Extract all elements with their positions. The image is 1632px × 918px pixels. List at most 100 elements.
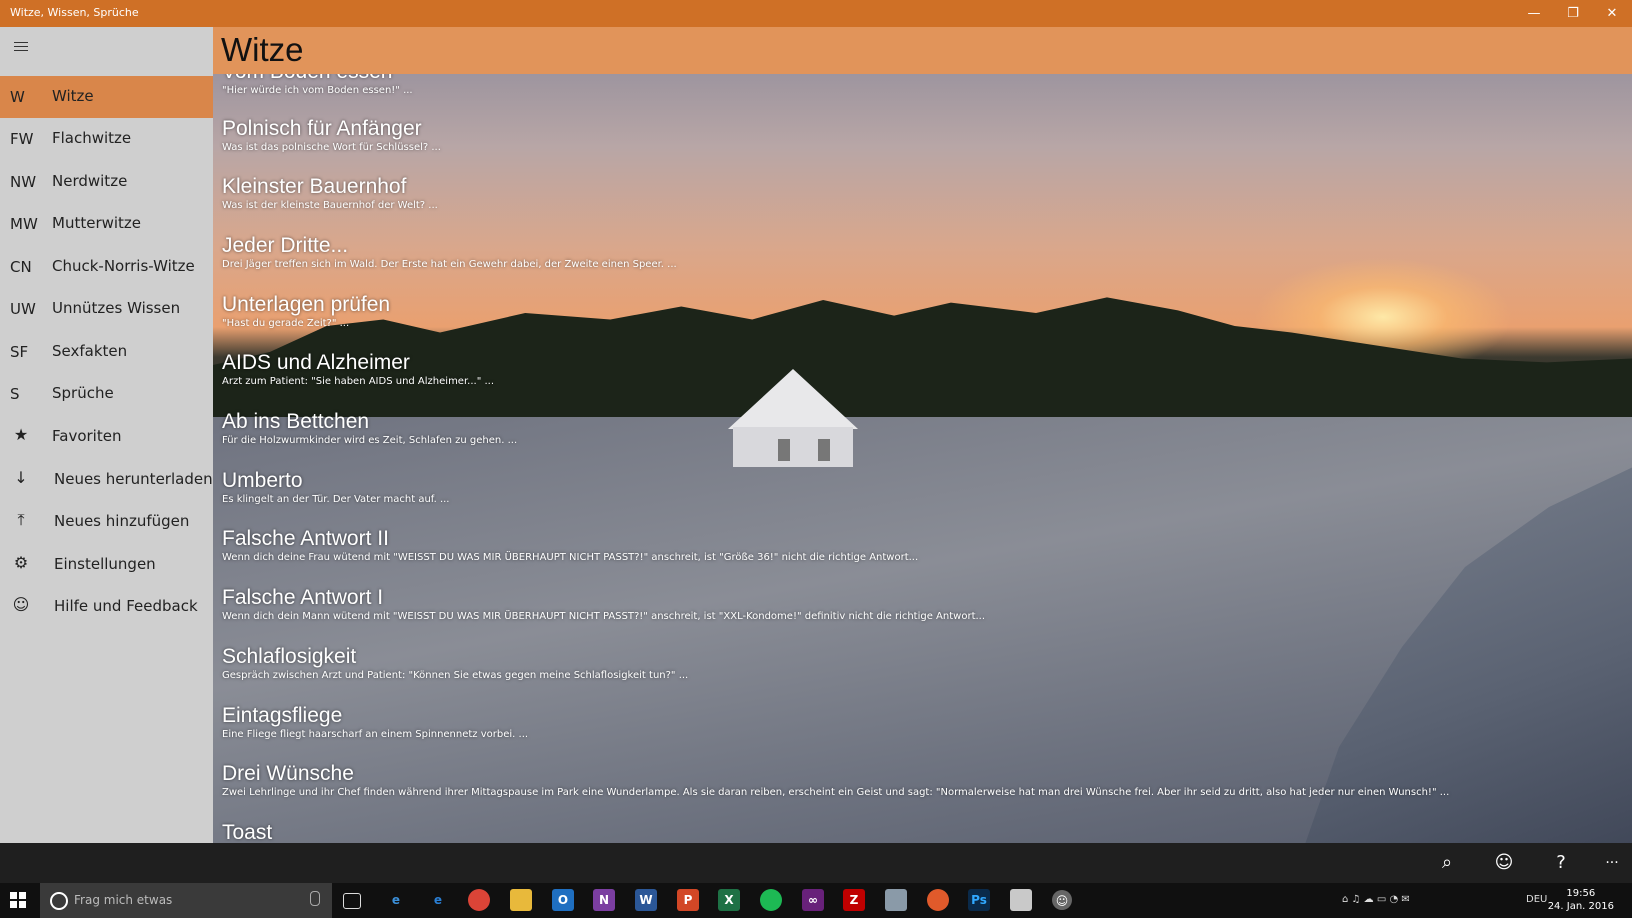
nav-label: Neues hinzufügen — [54, 512, 190, 530]
nav-abbr: FW — [10, 130, 34, 148]
list-item[interactable]: Umberto Es klingelt an der Tür. Der Vate… — [222, 469, 450, 505]
microphone-icon[interactable] — [310, 891, 320, 906]
cortana-search-box[interactable]: Frag mich etwas — [40, 883, 332, 918]
list-item[interactable]: Falsche Antwort II Wenn dich deine Frau … — [222, 527, 918, 563]
list-item[interactable]: Ab ins Bettchen Für die Holzwurmkinder w… — [222, 410, 517, 446]
list-item[interactable]: Jeder Dritte... Drei Jäger treffen sich … — [222, 234, 677, 270]
joke-title: Schlaflosigkeit — [222, 645, 357, 668]
sidebar-item-nerdwitze[interactable]: NW Nerdwitze — [0, 161, 213, 203]
joke-title: Ab ins Bettchen — [222, 410, 370, 433]
chrome-icon[interactable] — [468, 889, 490, 911]
nav-label: Witze — [52, 87, 94, 105]
list-item[interactable]: Schlaflosigkeit Gespräch zwischen Arzt u… — [222, 645, 688, 681]
photoshop-icon[interactable]: Ps — [968, 889, 990, 911]
list-item[interactable]: Eintagsfliege Eine Fliege fliegt haarsch… — [222, 704, 528, 740]
visual-studio-icon[interactable]: ∞ — [802, 889, 824, 911]
joke-title: Vom Boden essen — [222, 74, 413, 84]
joke-title: Drei Wünsche — [222, 762, 354, 785]
clock-time: 19:56 — [1566, 888, 1596, 899]
app-icon[interactable] — [927, 889, 949, 911]
clock[interactable]: 19:56 24. Jan. 2016 — [1548, 887, 1614, 913]
sidebar-item-mutterwitze[interactable]: MW Mutterwitze — [0, 203, 213, 245]
onenote-icon[interactable]: N — [593, 889, 615, 911]
joke-title: AIDS und Alzheimer — [222, 351, 410, 374]
sidebar-item-unnuetzes-wissen[interactable]: UW Unnützes Wissen — [0, 288, 213, 330]
powerpoint-icon[interactable]: P — [677, 889, 699, 911]
task-view-icon[interactable] — [343, 893, 361, 909]
sidebar-item-witze[interactable]: W Witze — [0, 76, 213, 118]
app-icon[interactable] — [885, 889, 907, 911]
sidebar-item-neues-herunterladen[interactable]: ↓ Neues herunterladen — [0, 459, 213, 501]
file-explorer-icon[interactable] — [510, 889, 532, 911]
windows-start-icon[interactable] — [10, 892, 26, 908]
excel-icon[interactable]: X — [718, 889, 740, 911]
nav-abbr: MW — [10, 215, 38, 233]
joke-snippet: "Hier würde ich vom Boden essen!" ... — [222, 85, 413, 96]
restore-button[interactable]: ❐ — [1554, 0, 1592, 27]
search-icon[interactable]: ⌕ — [1433, 851, 1461, 875]
joke-snippet: Es klingelt an der Tür. Der Vater macht … — [222, 494, 450, 505]
sidebar-item-einstellungen[interactable]: ⚙ Einstellungen — [0, 544, 213, 586]
joke-snippet: Was ist der kleinste Bauernhof der Welt?… — [222, 200, 438, 211]
word-icon[interactable]: W — [635, 889, 657, 911]
sidebar-item-hilfe-und-feedback[interactable]: ☺ Hilfe und Feedback — [0, 586, 213, 628]
taskbar: Frag mich etwas e e O N W P X ∞ Z Ps ☺ ⌂… — [0, 883, 1632, 918]
sidebar-item-sprueche[interactable]: S Sprüche — [0, 373, 213, 415]
edge-icon[interactable]: e — [427, 889, 449, 911]
list-item[interactable]: AIDS und Alzheimer Arzt zum Patient: "Si… — [222, 351, 494, 387]
minimize-button[interactable]: — — [1515, 0, 1553, 27]
tray-icons[interactable]: ⌂ ♫ ☁ ▭ ◔ ✉ — [1342, 894, 1410, 905]
smiley-icon[interactable]: ☺ — [1490, 851, 1518, 875]
list-item[interactable]: Toast — [222, 821, 272, 843]
hamburger-menu-icon[interactable] — [14, 42, 28, 54]
joke-snippet: Wenn dich dein Mann wütend mit "WEISST D… — [222, 611, 986, 622]
upload-icon: ⤒ — [17, 510, 25, 529]
joke-snippet: Arzt zum Patient: "Sie haben AIDS und Al… — [222, 376, 495, 387]
sidebar-item-flachwitze[interactable]: FW Flachwitze — [0, 118, 213, 160]
sidebar: W Witze FW Flachwitze NW Nerdwitze MW Mu… — [0, 27, 213, 843]
command-bar: ⌕ ☺ ? ··· — [0, 843, 1632, 883]
help-icon[interactable]: ? — [1547, 851, 1575, 875]
title-bar: Witze, Wissen, Sprüche — ❐ ✕ — [0, 0, 1632, 27]
nav-abbr: UW — [10, 300, 36, 318]
nav-abbr: CN — [10, 258, 32, 276]
joke-title: Kleinster Bauernhof — [222, 175, 407, 198]
joke-snippet: Wenn dich deine Frau wütend mit "WEISST … — [222, 552, 919, 563]
nav-label: Neues herunterladen — [54, 470, 213, 488]
nav-abbr: W — [10, 88, 25, 106]
sidebar-item-chuck-norris-witze[interactable]: CN Chuck-Norris-Witze — [0, 246, 213, 288]
app-icon[interactable] — [1010, 889, 1032, 911]
nav-label: Favoriten — [52, 427, 122, 445]
nav-label: Unnützes Wissen — [52, 299, 181, 317]
list-item[interactable]: Falsche Antwort I Wenn dich dein Mann wü… — [222, 586, 985, 622]
joke-title: Falsche Antwort I — [222, 586, 384, 609]
joke-snippet: Zwei Lehrlinge und ihr Chef finden währe… — [222, 787, 1450, 798]
sidebar-item-neues-hinzufuegen[interactable]: ⤒ Neues hinzufügen — [0, 501, 213, 543]
sidebar-item-favoriten[interactable]: ★ Favoriten — [0, 416, 213, 458]
filezilla-icon[interactable]: Z — [843, 889, 865, 911]
internet-explorer-icon[interactable]: e — [385, 889, 407, 911]
joke-snippet: Drei Jäger treffen sich im Wald. Der Ers… — [222, 259, 677, 270]
list-item[interactable]: Kleinster Bauernhof Was ist der kleinste… — [222, 175, 438, 211]
witze-app-icon[interactable]: ☺ — [1052, 890, 1072, 910]
list-item[interactable]: Vom Boden essen "Hier würde ich vom Bode… — [222, 74, 413, 96]
joke-snippet: Gespräch zwischen Arzt und Patient: "Kön… — [222, 670, 689, 681]
nav-abbr: SF — [10, 343, 29, 361]
list-item[interactable]: Unterlagen prüfen "Hast du gerade Zeit?"… — [222, 293, 390, 329]
sidebar-item-sexfakten[interactable]: SF Sexfakten — [0, 331, 213, 373]
close-button[interactable]: ✕ — [1593, 0, 1631, 27]
joke-title: Eintagsfliege — [222, 704, 343, 727]
list-item[interactable]: Drei Wünsche Zwei Lehrlinge und ihr Chef… — [222, 762, 1449, 798]
list-item[interactable]: Polnisch für Anfänger Was ist das polnis… — [222, 117, 441, 153]
outlook-icon[interactable]: O — [552, 889, 574, 911]
spotify-icon[interactable] — [760, 889, 782, 911]
more-button[interactable]: ··· — [1598, 851, 1626, 875]
language-indicator[interactable]: DEU — [1526, 894, 1547, 905]
joke-list[interactable]: Vom Boden essen "Hier würde ich vom Bode… — [213, 74, 1632, 843]
nav-label: Mutterwitze — [52, 214, 142, 232]
window-title: Witze, Wissen, Sprüche — [10, 6, 139, 19]
cortana-icon — [50, 892, 68, 910]
joke-snippet: Eine Fliege fliegt haarscharf an einem S… — [222, 729, 529, 740]
joke-title: Unterlagen prüfen — [222, 293, 391, 316]
nav-label: Chuck-Norris-Witze — [52, 257, 195, 275]
